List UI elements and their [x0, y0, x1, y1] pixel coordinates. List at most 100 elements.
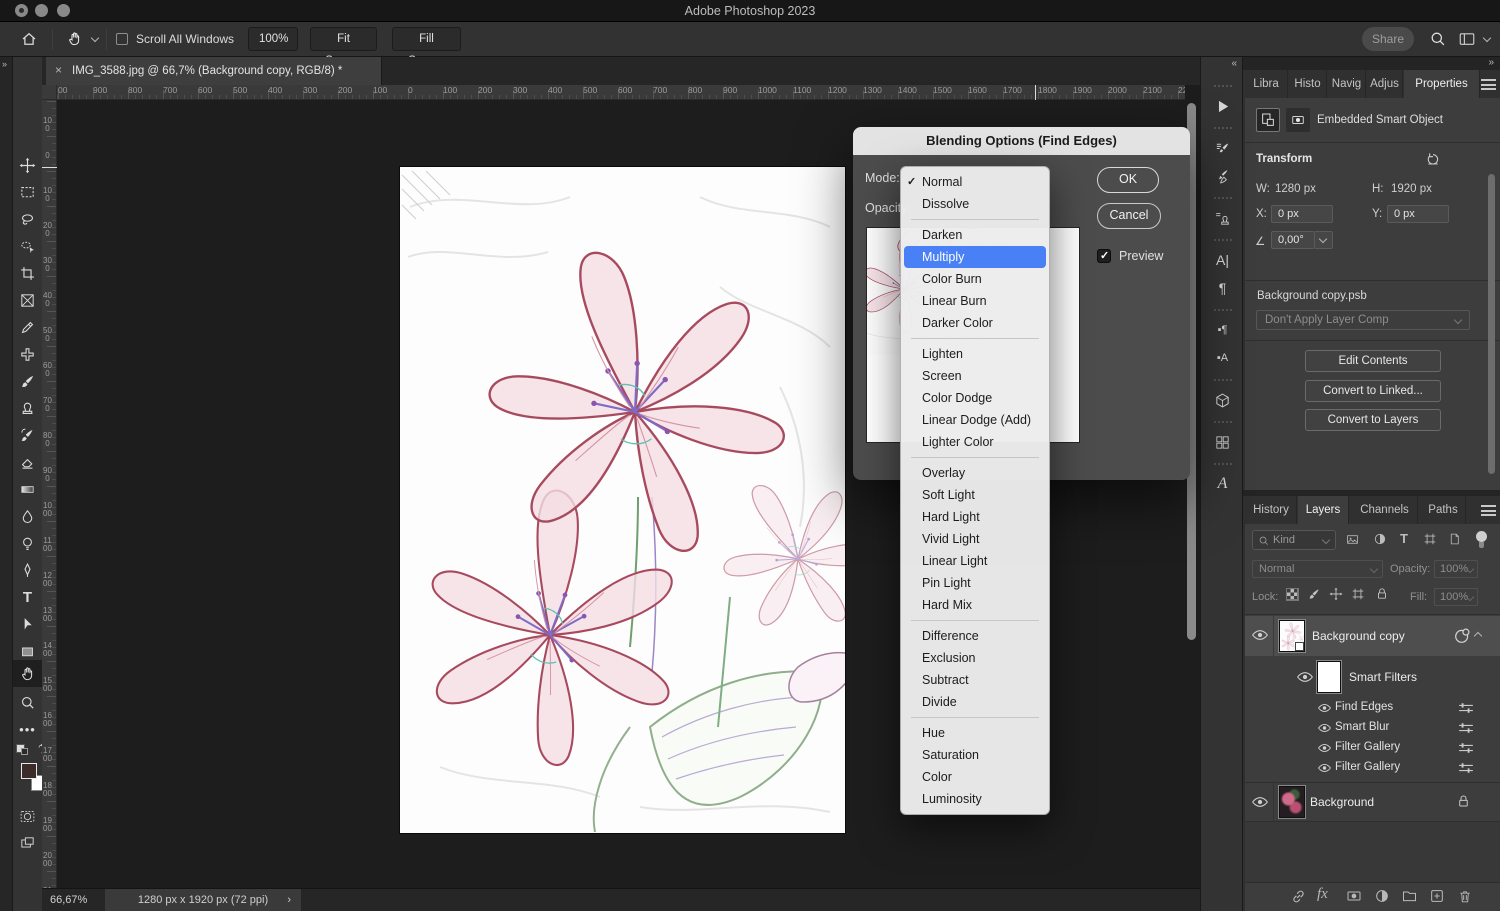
- tab-properties[interactable]: Properties: [1404, 70, 1480, 98]
- tab-paths[interactable]: Paths: [1421, 496, 1466, 524]
- menu-item-dissolve[interactable]: Dissolve: [901, 193, 1049, 215]
- filter-shape-layers-icon[interactable]: [1423, 532, 1437, 546]
- tab-adjustments[interactable]: Adjus: [1367, 70, 1403, 98]
- layer-filter-kind-select[interactable]: Kind: [1252, 530, 1336, 550]
- x-field[interactable]: 0 px: [1271, 205, 1333, 223]
- tool-type[interactable]: T: [13, 584, 42, 610]
- ruler-corner[interactable]: [42, 85, 57, 100]
- menu-item-subtract[interactable]: Subtract: [901, 669, 1049, 691]
- lock-all-icon[interactable]: [1375, 586, 1389, 601]
- properties-menu-icon[interactable]: [1481, 79, 1496, 90]
- adjustment-layer-icon[interactable]: [1374, 888, 1390, 904]
- layer-name[interactable]: Background copy: [1312, 629, 1405, 643]
- clone-source-panel-icon[interactable]: [1201, 205, 1244, 231]
- edit-contents-button[interactable]: Edit Contents: [1305, 350, 1441, 372]
- filter-row[interactable]: Find Edges: [1245, 698, 1500, 718]
- menu-item-darker-color[interactable]: Darker Color: [901, 312, 1049, 334]
- angle-field[interactable]: 0,00°: [1271, 231, 1315, 249]
- tab-layers[interactable]: Layers: [1298, 496, 1349, 524]
- ok-button[interactable]: OK: [1097, 167, 1159, 193]
- tool-hand[interactable]: [13, 660, 42, 687]
- tool-blur[interactable]: [13, 503, 42, 529]
- glyphs-panel-icon[interactable]: A: [1201, 471, 1244, 497]
- filter-row[interactable]: Smart Blur: [1245, 718, 1500, 738]
- tool-eraser[interactable]: [13, 449, 42, 475]
- layer-thumbnail[interactable]: [1279, 620, 1305, 652]
- tool-eyedropper[interactable]: [13, 314, 42, 340]
- document-info[interactable]: 1280 px x 1920 px (72 ppi): [105, 889, 301, 911]
- tool-frame[interactable]: [13, 287, 42, 313]
- menu-item-divide[interactable]: Divide: [901, 691, 1049, 713]
- lock-transparency-icon[interactable]: [1286, 588, 1299, 601]
- layer-row-background[interactable]: Background: [1245, 783, 1500, 821]
- tool-object-selection[interactable]: [13, 233, 42, 259]
- tool-clone-stamp[interactable]: [13, 395, 42, 421]
- menu-item-hue[interactable]: Hue: [901, 722, 1049, 744]
- edit-toolbar-ellipsis[interactable]: •••: [13, 716, 42, 742]
- share-button[interactable]: Share: [1362, 27, 1414, 51]
- visibility-eye-icon[interactable]: [1252, 629, 1268, 641]
- layer-row-background-copy[interactable]: Background copy: [1245, 616, 1500, 656]
- filter-name[interactable]: Filter Gallery: [1335, 741, 1400, 753]
- tool-path-selection[interactable]: [13, 611, 42, 637]
- y-field[interactable]: 0 px: [1387, 205, 1449, 223]
- menu-item-screen[interactable]: Screen: [901, 365, 1049, 387]
- menu-item-linear-light[interactable]: Linear Light: [901, 550, 1049, 572]
- tool-move[interactable]: [13, 152, 42, 178]
- reset-transform-icon[interactable]: [1425, 150, 1441, 166]
- tool-dodge[interactable]: [13, 530, 42, 556]
- menu-item-linear-burn[interactable]: Linear Burn: [901, 290, 1049, 312]
- visibility-eye-icon[interactable]: [1318, 703, 1331, 713]
- new-group-icon[interactable]: [1401, 888, 1418, 904]
- delete-layer-icon[interactable]: [1457, 888, 1473, 905]
- lock-paint-icon[interactable]: [1307, 587, 1321, 601]
- ruler-vertical[interactable]: 0010001002003004005006007008009001000110…: [42, 100, 57, 888]
- filter-image-layers-icon[interactable]: [1345, 533, 1360, 546]
- filter-blend-options-icon[interactable]: [1458, 722, 1474, 734]
- screen-mode-button[interactable]: [13, 830, 42, 856]
- tool-pen[interactable]: [13, 557, 42, 583]
- layers-menu-icon[interactable]: [1481, 505, 1496, 516]
- brush-settings-panel-icon[interactable]: [1201, 135, 1244, 161]
- panel-expand-strip[interactable]: [1243, 57, 1500, 70]
- status-chevron-icon[interactable]: [287, 889, 291, 911]
- paragraph-styles-panel-icon[interactable]: ▪¶: [1201, 317, 1244, 343]
- mask-badge-icon[interactable]: [1286, 108, 1310, 132]
- character-panel-icon[interactable]: A|: [1201, 247, 1244, 273]
- 3d-panel-icon[interactable]: [1201, 387, 1244, 413]
- character-styles-panel-icon[interactable]: ▪A: [1201, 345, 1244, 371]
- ruler-horizontal[interactable]: 0090080070060050040030020010001002003004…: [57, 85, 1185, 100]
- tool-zoom[interactable]: [13, 689, 42, 715]
- brushes-panel-icon[interactable]: [1201, 163, 1244, 189]
- menu-item-pin-light[interactable]: Pin Light: [901, 572, 1049, 594]
- home-icon[interactable]: [20, 30, 38, 48]
- zoom-100-button[interactable]: 100%: [248, 27, 298, 51]
- tab-navigator[interactable]: Navig: [1328, 70, 1366, 98]
- zoom-level-field[interactable]: 66,67%: [50, 889, 87, 911]
- filter-row[interactable]: Filter Gallery: [1245, 738, 1500, 758]
- menu-item-lighter-color[interactable]: Lighter Color: [901, 431, 1049, 453]
- tab-histogram[interactable]: Histo: [1289, 70, 1327, 98]
- paragraph-panel-icon[interactable]: ¶: [1201, 275, 1244, 301]
- actions-panel-icon[interactable]: [1201, 93, 1244, 119]
- filter-mask-thumbnail[interactable]: [1317, 661, 1341, 693]
- filter-name[interactable]: Smart Blur: [1335, 721, 1389, 733]
- fill-screen-button[interactable]: Fill Screen: [392, 27, 461, 51]
- tool-healing-brush[interactable]: [13, 341, 42, 367]
- minimize-window-button[interactable]: [35, 4, 48, 17]
- menu-item-vivid-light[interactable]: Vivid Light: [901, 528, 1049, 550]
- visibility-eye-icon[interactable]: [1318, 723, 1331, 733]
- close-tab-icon[interactable]: [55, 65, 66, 76]
- filter-blend-options-icon[interactable]: [1458, 762, 1474, 774]
- vis-eye-icon[interactable]: [1318, 763, 1331, 773]
- filter-type-layers-icon[interactable]: T: [1400, 531, 1408, 546]
- cancel-button[interactable]: Cancel: [1097, 203, 1161, 229]
- tool-history-brush[interactable]: [13, 422, 42, 448]
- tool-crop[interactable]: [13, 260, 42, 286]
- menu-item-multiply[interactable]: Multiply: [904, 246, 1046, 268]
- tool-lasso[interactable]: [13, 206, 42, 232]
- scroll-all-windows-checkbox[interactable]: [116, 33, 128, 45]
- filter-name[interactable]: Find Edges: [1335, 701, 1393, 713]
- tool-preset-chevron-icon[interactable]: [91, 34, 99, 42]
- tab-libraries[interactable]: Libra: [1245, 70, 1288, 98]
